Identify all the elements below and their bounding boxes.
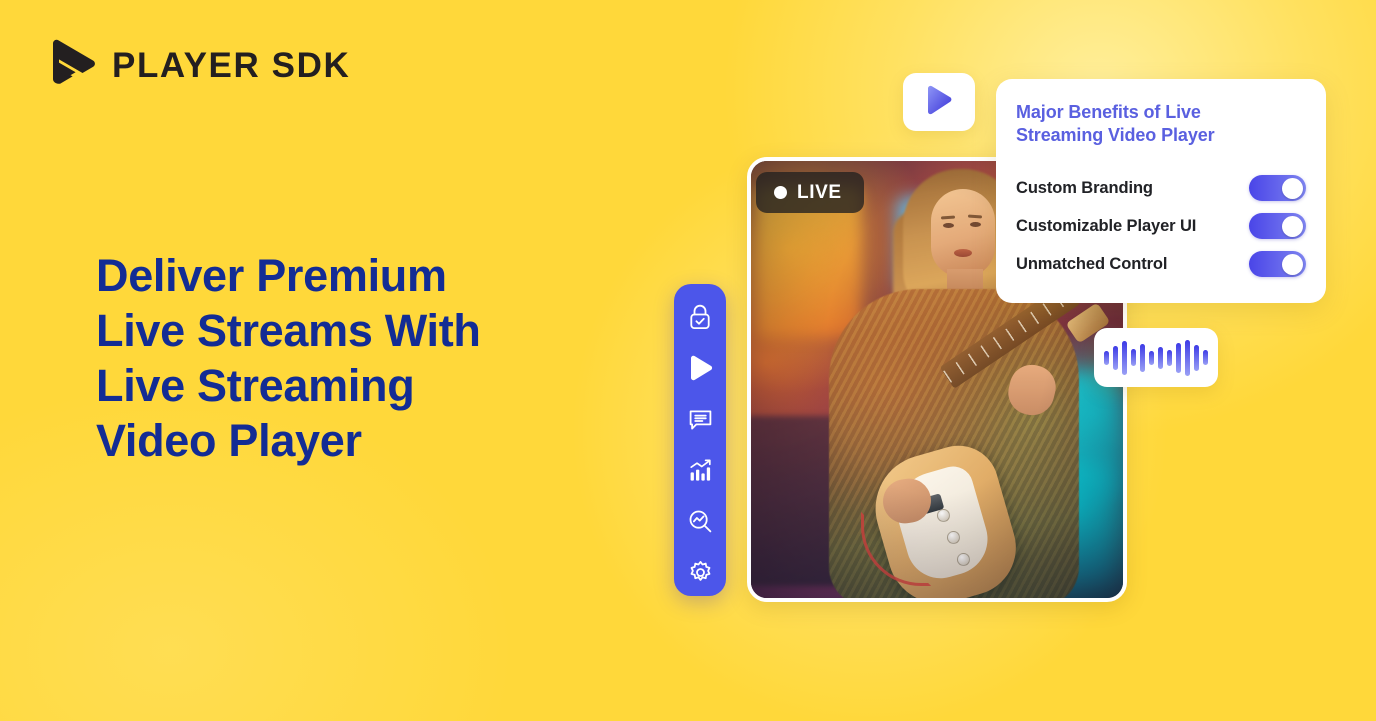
waveform-bar — [1113, 345, 1118, 370]
play-button-card[interactable] — [903, 73, 975, 131]
benefit-row: Unmatched Control — [1016, 245, 1306, 283]
gear-icon — [688, 560, 713, 585]
headline-line-3: Live Streaming — [96, 360, 415, 411]
page-title: Deliver Premium Live Streams With Live S… — [96, 248, 656, 468]
brand-logo[interactable]: PLAYER SDK — [49, 38, 350, 93]
waveform-bar — [1167, 349, 1172, 366]
toolbar-item-security[interactable] — [685, 302, 715, 332]
waveform-bar — [1149, 350, 1154, 365]
toolbar-item-play[interactable] — [685, 353, 715, 383]
toggle-unmatched-control[interactable] — [1249, 251, 1306, 277]
benefit-label-custom-branding: Custom Branding — [1016, 178, 1153, 197]
toolbar-item-settings[interactable] — [685, 557, 715, 587]
toolbar-item-chat[interactable] — [685, 404, 715, 434]
lock-check-icon — [688, 304, 712, 330]
waveform-bar — [1140, 343, 1145, 372]
brand-name: PLAYER SDK — [112, 46, 351, 85]
headline-line-1: Deliver Premium — [96, 250, 447, 301]
chat-bubble-icon — [688, 407, 713, 432]
waveform-bar — [1185, 339, 1190, 376]
waveform-bar — [1176, 342, 1181, 373]
waveform-bar — [1122, 340, 1127, 375]
play-icon — [688, 355, 713, 381]
toggle-custom-branding[interactable] — [1249, 175, 1306, 201]
benefits-card: Major Benefits of Live Streaming Video P… — [996, 79, 1326, 303]
hero-page: PLAYER SDK Deliver Premium Live Streams … — [0, 0, 1376, 721]
toggle-knob — [1282, 177, 1303, 199]
waveform-bar — [1104, 350, 1109, 365]
benefit-label-unmatched-control: Unmatched Control — [1016, 254, 1168, 273]
waveform-bar — [1203, 350, 1208, 365]
play-icon — [925, 85, 953, 120]
live-dot-icon — [774, 186, 787, 199]
headline-line-4: Video Player — [96, 415, 362, 466]
toggle-customizable-player-ui[interactable] — [1249, 213, 1306, 239]
benefit-row: Customizable Player UI — [1016, 207, 1306, 245]
benefits-card-title: Major Benefits of Live Streaming Video P… — [1016, 102, 1215, 145]
status-badge: LIVE — [756, 172, 864, 213]
magnifier-analytics-icon — [688, 509, 713, 534]
benefit-row: Custom Branding — [1016, 169, 1306, 207]
live-badge-label: LIVE — [797, 182, 842, 203]
player-sdk-logo-mark-icon — [49, 38, 96, 93]
waveform-bar — [1158, 346, 1163, 369]
toggle-knob — [1282, 215, 1303, 237]
benefit-label-customizable-player-ui: Customizable Player UI — [1016, 216, 1197, 235]
headline-line-2: Live Streams With — [96, 305, 481, 356]
toolbar-item-insights[interactable] — [685, 506, 715, 536]
waveform-bar — [1194, 344, 1199, 371]
toggle-knob — [1282, 253, 1303, 275]
audio-waveform-icon — [1104, 339, 1208, 376]
audio-waveform-card[interactable] — [1094, 328, 1218, 387]
waveform-bar — [1131, 349, 1136, 366]
toolbar-item-analytics[interactable] — [685, 455, 715, 485]
player-toolbar — [674, 284, 726, 596]
bar-chart-trend-icon — [688, 458, 713, 483]
